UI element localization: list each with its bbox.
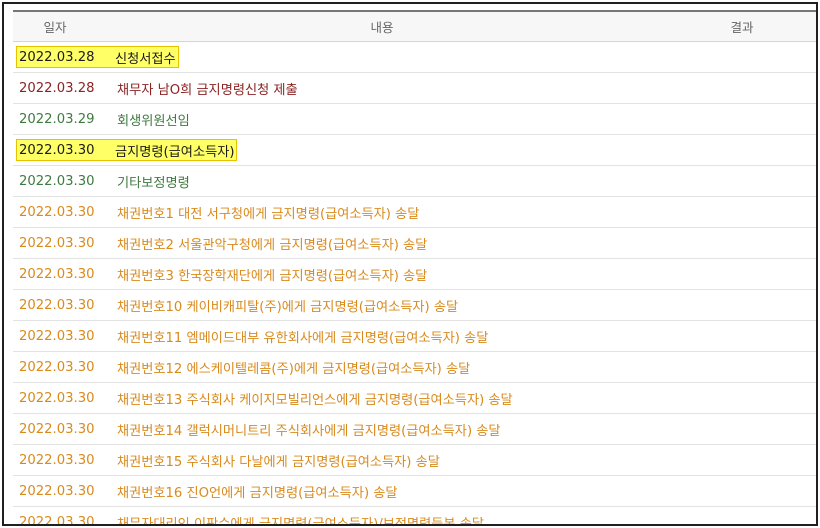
header-content: 내용 xyxy=(370,20,394,35)
row-content: 채무자 남O희 금지명령신청 제출 xyxy=(117,79,667,98)
row-date: 2022.03.30 xyxy=(13,391,117,406)
row-content-text: 회생위원선임 xyxy=(117,113,190,129)
row-content-text: 채권번호1 대전 서구청에게 금지명령(급여소득자) 송달 xyxy=(117,206,420,222)
row-content-text: 채권번호14 갤럭시머니트리 주식회사에게 금지명령(급여소득자) 송달 xyxy=(117,423,501,439)
row-content: 채권번호16 진O언에게 금지명령(급여소득자) 송달 xyxy=(117,482,667,501)
header-date: 일자 xyxy=(43,20,67,35)
row-content: 채권번호13 주식회사 케이지모빌리언스에게 금지명령(급여소득자) 송달 xyxy=(117,389,667,408)
row-date-text: 2022.03.30 xyxy=(19,297,95,313)
row-content-text: 채권번호13 주식회사 케이지모빌리언스에게 금지명령(급여소득자) 송달 xyxy=(117,392,513,408)
table-row[interactable]: 2022.03.28 신청서접수 xyxy=(13,42,816,73)
row-date: 2022.03.29 xyxy=(13,112,117,127)
row-content-text: 채무자대리인 이판수에게 금지명령(급여소득자)/보정명령등본 송달 xyxy=(117,516,485,526)
window-frame: 일자 내용 결과 2022.03.28 신청서접수 2022.03.28 채무자 남O… xyxy=(2,2,818,526)
row-content-text: 금지명령(급여소득자) xyxy=(115,144,235,160)
case-history-table: 일자 내용 결과 2022.03.28 신청서접수 2022.03.28 채무자 남O… xyxy=(13,10,816,526)
row-date: 2022.03.30 xyxy=(13,298,117,313)
table-row[interactable]: 2022.03.30 채권번호10 케이비캐피탈(주)에게 금지명령(급여소득자)… xyxy=(13,290,816,321)
row-date-text: 2022.03.29 xyxy=(19,111,95,127)
row-date: 2022.03.30 xyxy=(13,267,117,282)
highlighted-cell: 2022.03.28 신청서접수 xyxy=(13,46,179,68)
table-row[interactable]: 2022.03.30 채권번호3 한국장학재단에게 금지명령(급여소득자) 송달 xyxy=(13,259,816,290)
row-content: 회생위원선임 xyxy=(117,110,667,129)
highlighted-cell: 2022.03.30 금지명령(급여소득자) xyxy=(13,139,238,161)
row-date: 2022.03.30 xyxy=(13,236,117,251)
row-date-text: 2022.03.30 xyxy=(19,235,95,251)
row-content: 채권번호14 갤럭시머니트리 주식회사에게 금지명령(급여소득자) 송달 xyxy=(117,420,667,439)
row-content-text: 채권번호2 서울관악구청에게 금지명령(급여소득자) 송달 xyxy=(117,237,428,253)
row-content-text: 채권번호12 에스케이텔레콤(주)에게 금지명령(급여소득자) 송달 xyxy=(117,361,471,377)
table-row[interactable]: 2022.03.30 금지명령(급여소득자) xyxy=(13,135,816,166)
row-content-text: 기타보정명령 xyxy=(117,175,190,191)
row-date: 2022.03.30 xyxy=(13,205,117,220)
table-row[interactable]: 2022.03.28 채무자 남O희 금지명령신청 제출 xyxy=(13,73,816,104)
row-date: 2022.03.30 xyxy=(13,329,117,344)
row-content-text: 채권번호15 주식회사 다날에게 금지명령(급여소득자) 송달 xyxy=(117,454,440,470)
row-date: 2022.03.30 xyxy=(13,174,117,189)
table-row[interactable]: 2022.03.30 채권번호11 엠메이드대부 유한회사에게 금지명령(급여소득… xyxy=(13,321,816,352)
table-row[interactable]: 2022.03.30 채권번호14 갤럭시머니트리 주식회사에게 금지명령(급여소… xyxy=(13,414,816,445)
row-date: 2022.03.30 xyxy=(13,514,117,526)
row-content: 채권번호15 주식회사 다날에게 금지명령(급여소득자) 송달 xyxy=(117,451,667,470)
row-date: 2022.03.30 xyxy=(13,422,117,437)
table-row[interactable]: 2022.03.29 회생위원선임 xyxy=(13,104,816,135)
row-date-text: 2022.03.30 xyxy=(19,266,95,282)
row-date-text: 2022.03.30 xyxy=(19,142,95,158)
header-result: 결과 xyxy=(730,20,754,35)
row-date-text: 2022.03.28 xyxy=(19,80,95,96)
table-row[interactable]: 2022.03.30 채권번호1 대전 서구청에게 금지명령(급여소득자) 송달 xyxy=(13,197,816,228)
row-date: 2022.03.30 xyxy=(13,484,117,499)
row-content: 기타보정명령 xyxy=(117,172,667,191)
table-body: 2022.03.28 신청서접수 2022.03.28 채무자 남O희 금지명령신청 … xyxy=(13,42,816,526)
table-row[interactable]: 2022.03.30 채무자대리인 이판수에게 금지명령(급여소득자)/보정명령등… xyxy=(13,507,816,526)
row-content: 채권번호1 대전 서구청에게 금지명령(급여소득자) 송달 xyxy=(117,203,667,222)
row-date-text: 2022.03.28 xyxy=(19,49,95,65)
row-date-text: 2022.03.30 xyxy=(19,390,95,406)
highlight-box: 2022.03.30 금지명령(급여소득자) xyxy=(15,139,238,161)
row-date-text: 2022.03.30 xyxy=(19,173,95,189)
row-content: 채무자대리인 이판수에게 금지명령(급여소득자)/보정명령등본 송달 xyxy=(117,513,667,526)
row-date: 2022.03.30 xyxy=(13,360,117,375)
row-date-text: 2022.03.30 xyxy=(19,483,95,499)
row-date-text: 2022.03.30 xyxy=(19,452,95,468)
table-row[interactable]: 2022.03.30 기타보정명령 xyxy=(13,166,816,197)
highlight-box: 2022.03.28 신청서접수 xyxy=(16,46,179,68)
row-content: 채권번호11 엠메이드대부 유한회사에게 금지명령(급여소득자) 송달 xyxy=(117,327,667,346)
row-content-text: 신청서접수 xyxy=(115,51,176,67)
row-date-text: 2022.03.30 xyxy=(19,328,95,344)
table-row[interactable]: 2022.03.30 채권번호15 주식회사 다날에게 금지명령(급여소득자) 송… xyxy=(13,445,816,476)
row-content-text: 채무자 남O희 금지명령신청 제출 xyxy=(117,82,298,98)
row-content: 채권번호2 서울관악구청에게 금지명령(급여소득자) 송달 xyxy=(117,234,667,253)
table-row[interactable]: 2022.03.30 채권번호16 진O언에게 금지명령(급여소득자) 송달 xyxy=(13,476,816,507)
table-header: 일자 내용 결과 xyxy=(13,10,816,42)
row-content-text: 채권번호3 한국장학재단에게 금지명령(급여소득자) 송달 xyxy=(117,268,428,284)
row-content: 채권번호12 에스케이텔레콤(주)에게 금지명령(급여소득자) 송달 xyxy=(117,358,667,377)
table-row[interactable]: 2022.03.30 채권번호2 서울관악구청에게 금지명령(급여소득자) 송달 xyxy=(13,228,816,259)
row-content: 채권번호3 한국장학재단에게 금지명령(급여소득자) 송달 xyxy=(117,265,667,284)
table-row[interactable]: 2022.03.30 채권번호12 에스케이텔레콤(주)에게 금지명령(급여소득자… xyxy=(13,352,816,383)
row-date: 2022.03.30 xyxy=(13,453,117,468)
row-date-text: 2022.03.30 xyxy=(19,421,95,437)
row-content-text: 채권번호16 진O언에게 금지명령(급여소득자) 송달 xyxy=(117,485,398,501)
table-row[interactable]: 2022.03.30 채권번호13 주식회사 케이지모빌리언스에게 금지명령(급여… xyxy=(13,383,816,414)
row-content-text: 채권번호10 케이비캐피탈(주)에게 금지명령(급여소득자) 송달 xyxy=(117,299,459,315)
row-date-text: 2022.03.30 xyxy=(19,514,95,526)
row-content-text: 채권번호11 엠메이드대부 유한회사에게 금지명령(급여소득자) 송달 xyxy=(117,330,489,346)
row-date-text: 2022.03.30 xyxy=(19,359,95,375)
row-date-text: 2022.03.30 xyxy=(19,204,95,220)
row-content: 채권번호10 케이비캐피탈(주)에게 금지명령(급여소득자) 송달 xyxy=(117,296,667,315)
row-date: 2022.03.28 xyxy=(13,81,117,96)
